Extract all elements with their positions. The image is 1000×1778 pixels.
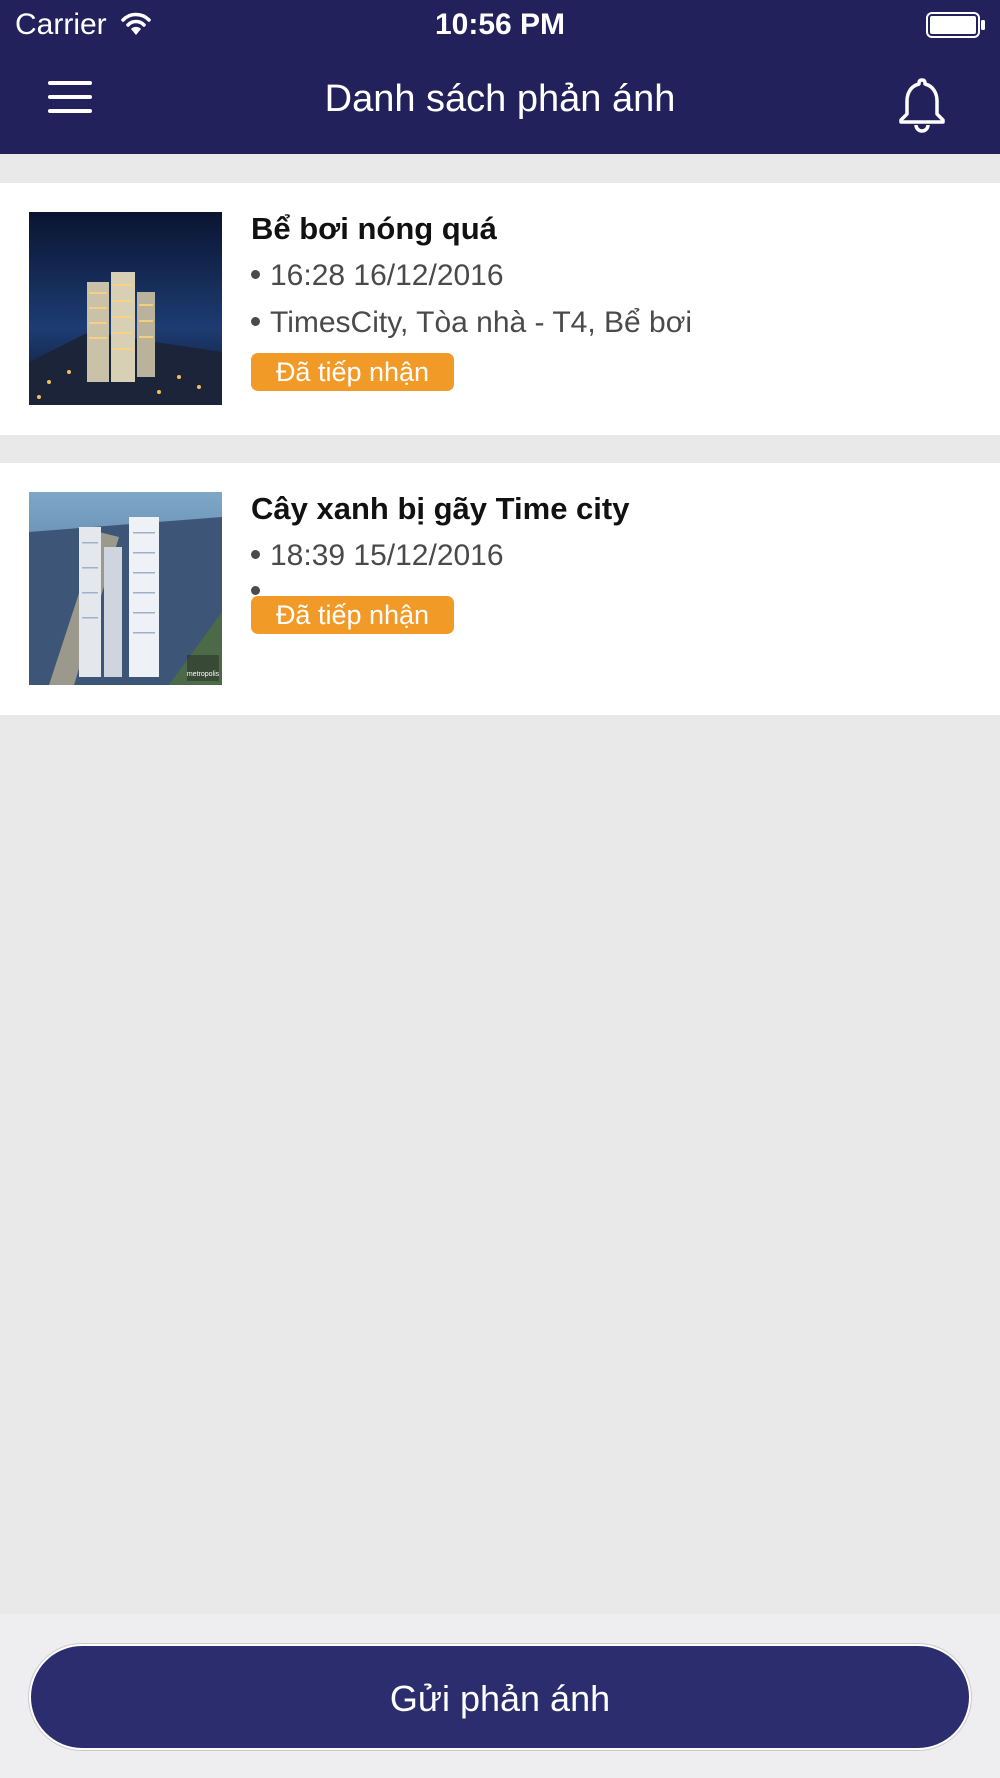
report-card[interactable]: Bể bơi nóng quá 16:28 16/12/2016 TimesCi…: [0, 183, 1000, 435]
nav-bar: Danh sách phản ánh: [0, 50, 1000, 154]
status-clock: 10:56 PM: [434, 8, 566, 41]
report-card[interactable]: metropolis Cây xanh bị gãy Time city 18:…: [0, 463, 1000, 715]
report-title: Bể bơi nóng quá: [251, 211, 497, 246]
menu-icon[interactable]: [40, 72, 100, 122]
send-report-button[interactable]: Gửi phản ánh: [29, 1644, 971, 1750]
report-location: TimesCity, Tòa nhà - T4, Bể bơi: [251, 306, 692, 340]
report-thumbnail: [29, 212, 222, 405]
status-badge: Đã tiếp nhận: [251, 353, 454, 391]
thumb-watermark: metropolis: [187, 671, 220, 678]
report-time: 16:28 16/12/2016: [251, 259, 504, 293]
status-badge: Đã tiếp nhận: [251, 596, 454, 634]
report-thumbnail: metropolis: [29, 492, 222, 685]
battery-icon: [926, 12, 985, 38]
report-time-text: 18:39 15/12/2016: [270, 539, 504, 572]
footer-bar: Gửi phản ánh: [0, 1614, 1000, 1778]
report-location-text: TimesCity, Tòa nhà - T4, Bể bơi: [270, 306, 693, 339]
page-title: Danh sách phản ánh: [324, 78, 676, 120]
status-bar: Carrier 10:56 PM: [0, 0, 1000, 50]
report-title: Cây xanh bị gãy Time city: [251, 491, 630, 526]
bell-icon[interactable]: [890, 74, 954, 134]
app-header: Carrier 10:56 PM Danh sách phản ánh: [0, 0, 1000, 154]
report-time: 18:39 15/12/2016: [251, 539, 504, 573]
report-list: Bể bơi nóng quá 16:28 16/12/2016 TimesCi…: [0, 183, 1000, 743]
report-time-text: 16:28 16/12/2016: [270, 259, 504, 292]
